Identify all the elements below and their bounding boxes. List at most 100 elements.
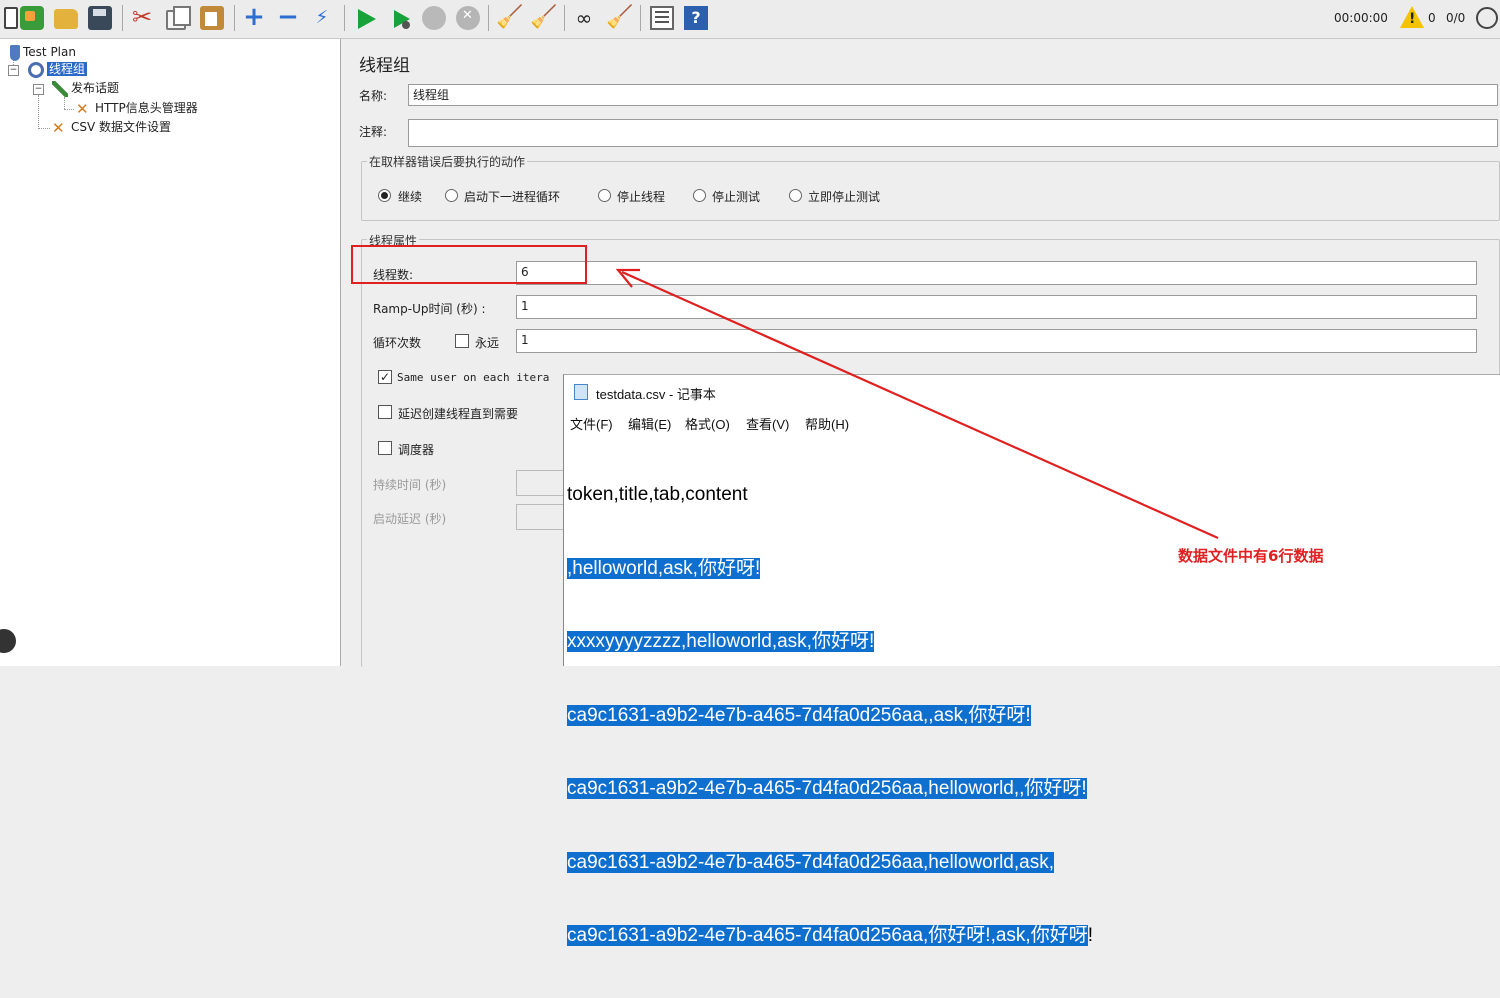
- templates-icon[interactable]: [20, 6, 44, 30]
- toolbar: ✂ + − ⚡ 🧹 🧹 ∞ 🧹 ? 00:00:00 0 0/0: [0, 0, 1500, 39]
- menu-file[interactable]: 文件(F): [570, 414, 613, 433]
- tree-item-label: HTTP信息头管理器: [95, 101, 198, 115]
- text-line: ca9c1631-a9b2-4e7b-a465-7d4fa0d256aa,,as…: [567, 704, 1093, 729]
- open-icon[interactable]: [54, 9, 78, 29]
- radio-label: 立即停止测试: [808, 190, 881, 204]
- save-icon[interactable]: [88, 6, 112, 30]
- new-icon[interactable]: [4, 7, 18, 29]
- tree-item-test-plan[interactable]: Test Plan: [10, 43, 76, 61]
- wrench-icon: ✕: [76, 99, 89, 118]
- collapse-toggle[interactable]: −: [33, 84, 44, 95]
- name-label: 名称:: [359, 89, 388, 103]
- delay-thread-creation-checkbox[interactable]: [378, 405, 392, 419]
- warning-count: 0: [1428, 11, 1436, 25]
- function-helper-icon[interactable]: [650, 6, 674, 30]
- name-field[interactable]: 线程组: [408, 84, 1498, 106]
- tree-item-label: 发布话题: [71, 81, 120, 95]
- tree-item-csv-config[interactable]: ✕ CSV 数据文件设置: [52, 118, 171, 136]
- search-icon[interactable]: ∞: [572, 6, 596, 30]
- expand-icon[interactable]: +: [242, 4, 266, 30]
- thread-count-field[interactable]: 6: [516, 261, 1477, 285]
- radio-stop-thread[interactable]: [598, 189, 611, 202]
- rampup-field[interactable]: 1: [516, 295, 1477, 319]
- flask-icon: [10, 44, 20, 61]
- radio-label: 启动下一进程循环: [464, 190, 561, 204]
- selected-text: ca9c1631-a9b2-4e7b-a465-7d4fa0d256aa,你好呀…: [567, 925, 1088, 946]
- tree-connector: [64, 109, 74, 110]
- radio-stop-test[interactable]: [693, 189, 706, 202]
- same-user-checkbox[interactable]: ✓: [378, 370, 392, 384]
- toggle-icon[interactable]: ⚡: [310, 6, 334, 30]
- selected-text: ca9c1631-a9b2-4e7b-a465-7d4fa0d256aa,hel…: [567, 851, 1054, 873]
- sampler-icon: [52, 80, 68, 97]
- tree-item-label: CSV 数据文件设置: [71, 120, 172, 134]
- start-icon[interactable]: [358, 9, 376, 29]
- notepad-text-area[interactable]: token,title,tab,content ,helloworld,ask,…: [567, 434, 1093, 998]
- comment-label: 注释:: [359, 125, 388, 139]
- radio-continue[interactable]: [378, 189, 391, 202]
- radio-stop-test-now[interactable]: [789, 189, 802, 202]
- toolbar-separator: [640, 5, 641, 31]
- radio-label: 停止线程: [617, 190, 666, 204]
- duration-field[interactable]: [516, 470, 566, 496]
- radio-start-next-loop[interactable]: [445, 189, 458, 202]
- radio-label: 继续: [398, 190, 423, 204]
- scheduler-checkbox[interactable]: [378, 441, 392, 455]
- loop-count-field[interactable]: 1: [516, 329, 1477, 353]
- tree-connector: [38, 128, 50, 129]
- collapse-toggle[interactable]: −: [8, 65, 19, 76]
- menu-view[interactable]: 查看(V): [746, 414, 789, 433]
- tree-connector: [64, 97, 65, 109]
- toolbar-separator: [122, 5, 123, 31]
- clear-icon[interactable]: 🧹: [496, 6, 523, 30]
- gear-icon: [28, 61, 44, 78]
- forever-label: 永远: [475, 336, 500, 350]
- text-line-content: token,title,tab,content: [567, 484, 748, 505]
- warning-icon[interactable]: [1400, 6, 1424, 28]
- notepad-icon: [574, 384, 588, 400]
- text-line: ca9c1631-a9b2-4e7b-a465-7d4fa0d256aa,你好呀…: [567, 924, 1093, 949]
- menu-format[interactable]: 格式(O): [685, 414, 730, 433]
- help-icon[interactable]: ?: [684, 6, 708, 30]
- forever-checkbox[interactable]: [455, 334, 469, 348]
- notepad-titlebar[interactable]: testdata.csv - 记事本: [564, 375, 1500, 407]
- notepad-window: testdata.csv - 记事本 文件(F) 编辑(E) 格式(O) 查看(…: [563, 374, 1500, 946]
- tree-item-thread-group[interactable]: 线程组: [28, 60, 88, 78]
- test-plan-tree: Test Plan − 线程组 − 发布话题 ✕ HTTP信息头管理器 ✕ CSV …: [0, 39, 341, 666]
- startup-delay-field[interactable]: [516, 504, 566, 530]
- selected-text: ca9c1631-a9b2-4e7b-a465-7d4fa0d256aa,hel…: [567, 778, 1087, 799]
- startup-delay-label: 启动延迟 (秒): [373, 512, 447, 526]
- tree-item-sampler[interactable]: 发布话题: [52, 79, 119, 97]
- menu-help[interactable]: 帮助(H): [805, 414, 849, 433]
- menu-icon[interactable]: [0, 629, 16, 653]
- active-threads-count: 0/0: [1446, 11, 1466, 25]
- toolbar-separator: [234, 5, 235, 31]
- tree-connector: [38, 95, 39, 129]
- shutdown-icon[interactable]: [456, 6, 480, 30]
- highlight-box: [351, 245, 587, 284]
- selected-text: ca9c1631-a9b2-4e7b-a465-7d4fa0d256aa,,as…: [567, 704, 1031, 726]
- selected-text: xxxxyyyyzzzz,helloworld,ask,你好呀!: [567, 631, 875, 652]
- notepad-title: testdata.csv - 记事本: [596, 387, 716, 402]
- comment-field[interactable]: [408, 119, 1498, 147]
- loop-count-label: 循环次数: [373, 336, 422, 350]
- text-line: xxxxyyyyzzzz,helloworld,ask,你好呀!: [567, 630, 1093, 655]
- same-user-label: Same user on each itera: [397, 371, 550, 384]
- error-action-group-title: 在取样器错误后要执行的动作: [367, 153, 528, 170]
- fullscreen-icon[interactable]: [1476, 7, 1498, 29]
- copy-icon[interactable]: [166, 6, 191, 30]
- toolbar-separator: [344, 5, 345, 31]
- clear-all-icon[interactable]: 🧹: [530, 6, 557, 30]
- toolbar-separator: [564, 5, 565, 31]
- tree-item-header-manager[interactable]: ✕ HTTP信息头管理器: [76, 99, 198, 117]
- panel-title: 线程组: [359, 56, 410, 76]
- stop-icon[interactable]: [422, 6, 446, 30]
- text-line: ca9c1631-a9b2-4e7b-a465-7d4fa0d256aa,hel…: [567, 777, 1093, 802]
- start-no-pauses-icon[interactable]: [394, 10, 410, 29]
- paste-icon[interactable]: [200, 6, 224, 30]
- notepad-menubar: 文件(F) 编辑(E) 格式(O) 查看(V) 帮助(H): [564, 411, 1500, 433]
- menu-edit[interactable]: 编辑(E): [628, 414, 671, 433]
- cut-icon[interactable]: ✂: [130, 5, 154, 29]
- reset-search-icon[interactable]: 🧹: [606, 6, 633, 30]
- collapse-icon[interactable]: −: [276, 4, 300, 30]
